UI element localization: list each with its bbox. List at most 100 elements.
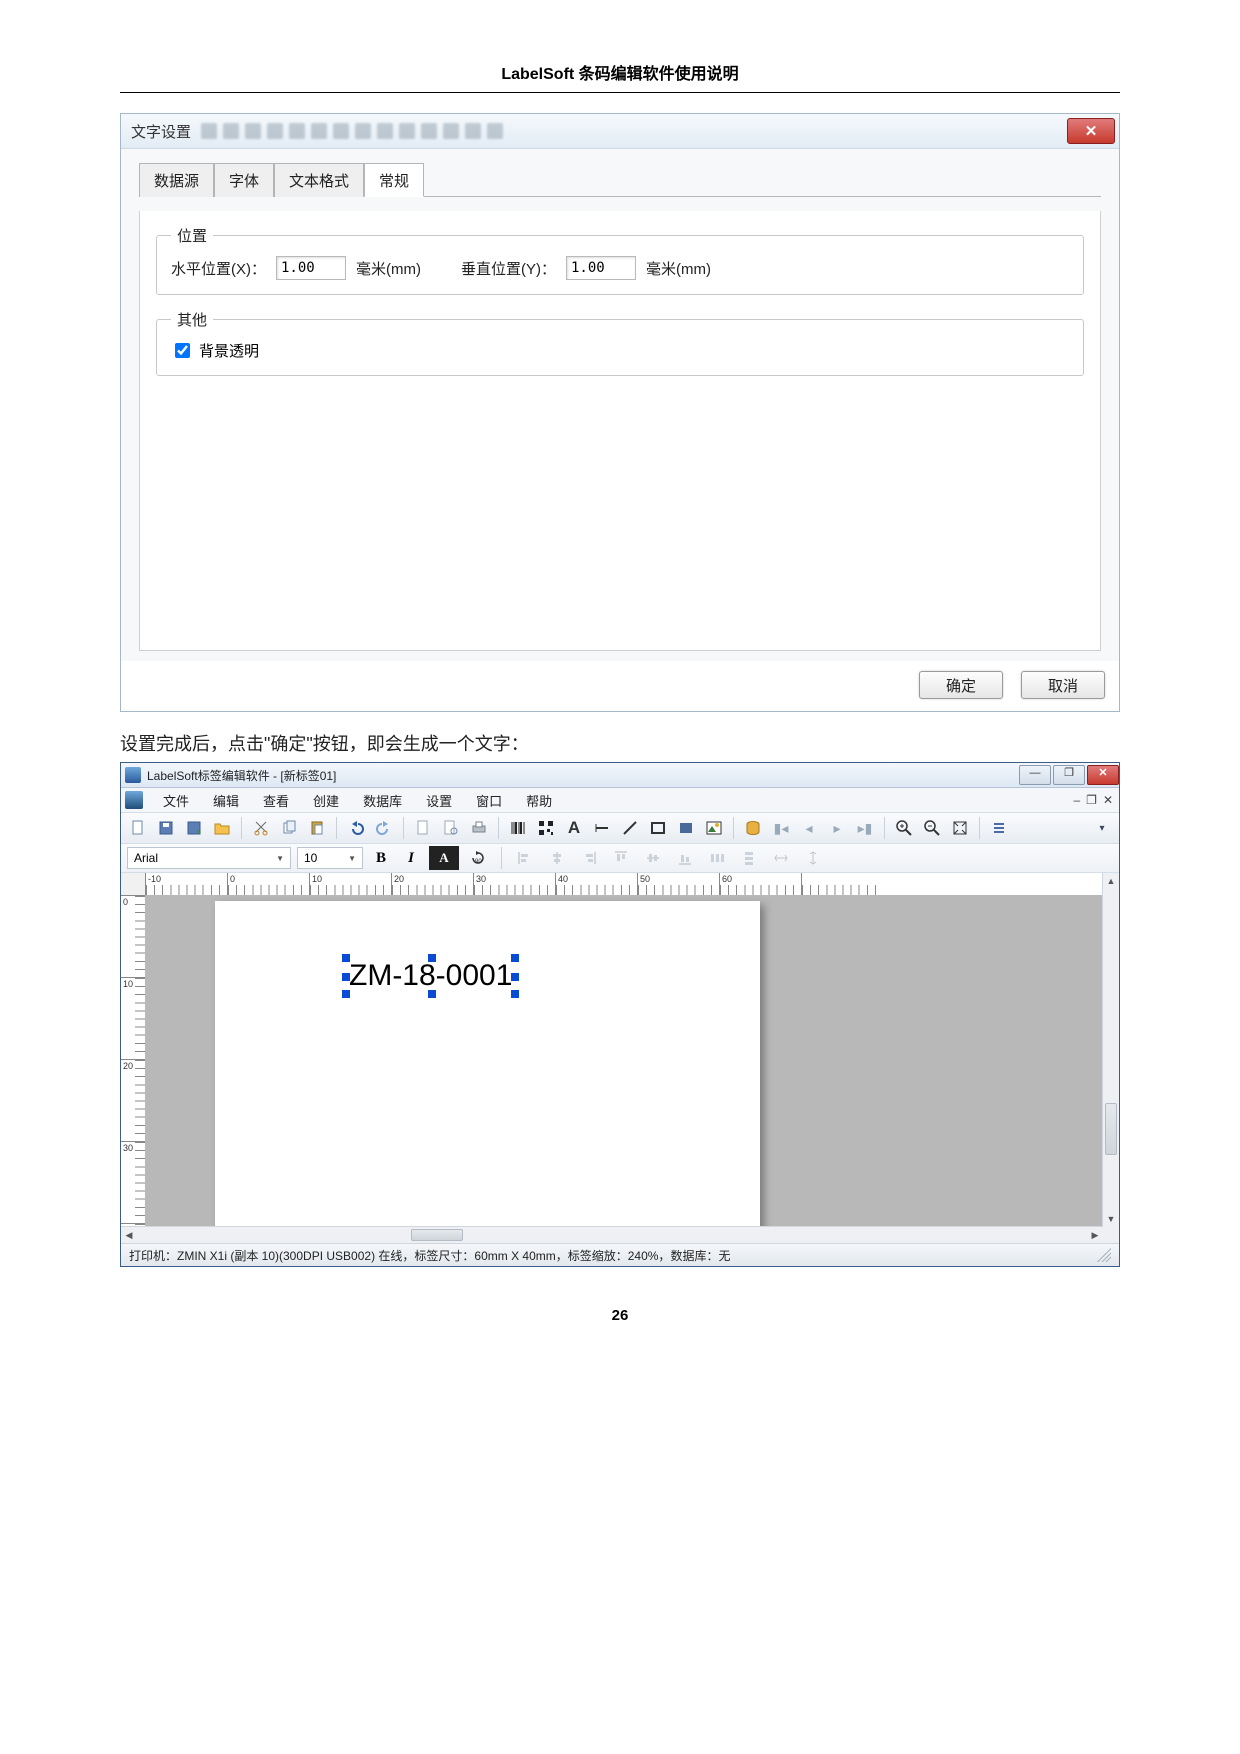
vertical-scrollbar[interactable]: ▲ ▼ xyxy=(1102,873,1119,1227)
resize-handle[interactable] xyxy=(342,954,350,962)
same-width-icon[interactable] xyxy=(768,845,794,871)
scroll-thumb[interactable] xyxy=(411,1229,463,1241)
fillrect-icon[interactable] xyxy=(673,815,699,841)
save-icon[interactable] xyxy=(153,815,179,841)
transparent-checkbox[interactable] xyxy=(175,343,190,358)
page-icon[interactable] xyxy=(410,815,436,841)
label-sheet[interactable]: ZM-18-0001 xyxy=(215,901,760,1227)
tab-panel-general: 位置 水平位置(X)： 毫米(mm) 垂直位置(Y)： 毫米(mm) 其他 xyxy=(139,211,1101,651)
resize-handle[interactable] xyxy=(342,973,350,981)
next-icon[interactable]: ▸ xyxy=(824,815,850,841)
close-button[interactable]: ✕ xyxy=(1067,118,1115,144)
rotate-icon[interactable]: 90 xyxy=(465,845,491,871)
font-name-dropdown[interactable]: Arial ▼ xyxy=(127,847,291,869)
menu-create[interactable]: 创建 xyxy=(301,791,351,810)
align-hcenter-icon[interactable] xyxy=(544,845,570,871)
canvas-area: -10 0 10 20 30 40 50 60 0 10 20 30 xyxy=(121,873,1119,1243)
tab-text-format[interactable]: 文本格式 xyxy=(274,163,364,197)
menu-database[interactable]: 数据库 xyxy=(351,791,414,810)
scroll-up-icon[interactable]: ▲ xyxy=(1103,873,1119,889)
cancel-button[interactable]: 取消 xyxy=(1021,671,1105,699)
undo-icon[interactable] xyxy=(343,815,369,841)
app-titlebar[interactable]: LabelSoft标签编辑软件 - [新标签01] — ❐ ✕ xyxy=(121,763,1119,788)
font-size-dropdown[interactable]: 10 ▼ xyxy=(297,847,363,869)
workspace[interactable]: ZM-18-0001 xyxy=(145,895,1103,1227)
redo-icon[interactable] xyxy=(371,815,397,841)
tab-font[interactable]: 字体 xyxy=(214,163,274,197)
cut-icon[interactable] xyxy=(248,815,274,841)
mdi-minimize-button[interactable]: – xyxy=(1073,793,1080,807)
window-close-button[interactable]: ✕ xyxy=(1087,765,1119,785)
resize-handle[interactable] xyxy=(511,954,519,962)
scroll-down-icon[interactable]: ▼ xyxy=(1103,1211,1119,1227)
prev-icon[interactable]: ◂ xyxy=(796,815,822,841)
dialog-titlebar[interactable]: 文字设置 ✕ xyxy=(121,114,1119,149)
italic-button[interactable]: I xyxy=(399,846,423,870)
inverse-button[interactable]: A xyxy=(429,846,459,870)
resize-handle[interactable] xyxy=(428,990,436,998)
database-icon[interactable] xyxy=(740,815,766,841)
label-text-object[interactable]: ZM-18-0001 xyxy=(345,957,516,995)
dline-icon[interactable] xyxy=(617,815,643,841)
paste-icon[interactable] xyxy=(304,815,330,841)
qrcode-icon[interactable] xyxy=(533,815,559,841)
text-icon[interactable]: A xyxy=(561,815,587,841)
menu-window[interactable]: 窗口 xyxy=(464,791,514,810)
open-icon[interactable] xyxy=(209,815,235,841)
mdi-restore-button[interactable]: ❐ xyxy=(1086,793,1097,807)
align-top-icon[interactable] xyxy=(608,845,634,871)
scroll-thumb[interactable] xyxy=(1105,1103,1117,1155)
dist-v-icon[interactable] xyxy=(736,845,762,871)
menu-settings[interactable]: 设置 xyxy=(414,791,464,810)
resize-handle[interactable] xyxy=(511,990,519,998)
zoom-in-icon[interactable] xyxy=(891,815,917,841)
new-icon[interactable] xyxy=(125,815,151,841)
mdi-system-icon[interactable] xyxy=(125,791,143,809)
menu-help[interactable]: 帮助 xyxy=(514,791,564,810)
same-height-icon[interactable] xyxy=(800,845,826,871)
pos-x-input[interactable] xyxy=(276,256,346,280)
align-left-icon[interactable] xyxy=(512,845,538,871)
menu-file[interactable]: 文件 xyxy=(151,791,201,810)
zoom-out-icon[interactable] xyxy=(919,815,945,841)
tab-general[interactable]: 常规 xyxy=(364,163,424,197)
resize-grip-icon[interactable] xyxy=(1097,1248,1111,1262)
copy-icon[interactable] xyxy=(276,815,302,841)
main-toolbar: A ▮◂ ◂ ▸ ▸▮ ▾ xyxy=(121,813,1119,844)
list-icon[interactable] xyxy=(986,815,1012,841)
overflow-icon[interactable]: ▾ xyxy=(1089,815,1115,841)
pos-y-input[interactable] xyxy=(566,256,636,280)
menu-edit[interactable]: 编辑 xyxy=(201,791,251,810)
resize-handle[interactable] xyxy=(428,954,436,962)
ruler-h-tick: 20 xyxy=(394,874,404,884)
save-as-icon[interactable] xyxy=(181,815,207,841)
resize-handle[interactable] xyxy=(511,973,519,981)
mdi-close-button[interactable]: ✕ xyxy=(1103,793,1113,807)
rect-icon[interactable] xyxy=(645,815,671,841)
window-maximize-button[interactable]: ❐ xyxy=(1053,765,1085,785)
ok-button[interactable]: 确定 xyxy=(919,671,1003,699)
dist-h-icon[interactable] xyxy=(704,845,730,871)
scroll-right-icon[interactable]: ▶ xyxy=(1087,1227,1103,1243)
scroll-left-icon[interactable]: ◀ xyxy=(121,1227,137,1243)
transparent-checkbox-row[interactable]: 背景透明 xyxy=(171,340,1069,361)
chevron-down-icon: ▼ xyxy=(348,854,356,863)
align-vcenter-icon[interactable] xyxy=(640,845,666,871)
bold-button[interactable]: B xyxy=(369,846,393,870)
last-icon[interactable]: ▸▮ xyxy=(852,815,878,841)
tab-data-source[interactable]: 数据源 xyxy=(139,163,214,197)
horizontal-scrollbar[interactable]: ◀ ▶ xyxy=(121,1226,1103,1243)
resize-handle[interactable] xyxy=(342,990,350,998)
barcode-icon[interactable] xyxy=(505,815,531,841)
print-icon[interactable] xyxy=(466,815,492,841)
align-bottom-icon[interactable] xyxy=(672,845,698,871)
preview-icon[interactable] xyxy=(438,815,464,841)
window-minimize-button[interactable]: — xyxy=(1019,765,1051,785)
menubar: 文件 编辑 查看 创建 数据库 设置 窗口 帮助 – ❐ ✕ xyxy=(121,788,1119,813)
menu-view[interactable]: 查看 xyxy=(251,791,301,810)
zoom-fit-icon[interactable] xyxy=(947,815,973,841)
image-icon[interactable] xyxy=(701,815,727,841)
align-right-icon[interactable] xyxy=(576,845,602,871)
hline-icon[interactable] xyxy=(589,815,615,841)
first-icon[interactable]: ▮◂ xyxy=(768,815,794,841)
